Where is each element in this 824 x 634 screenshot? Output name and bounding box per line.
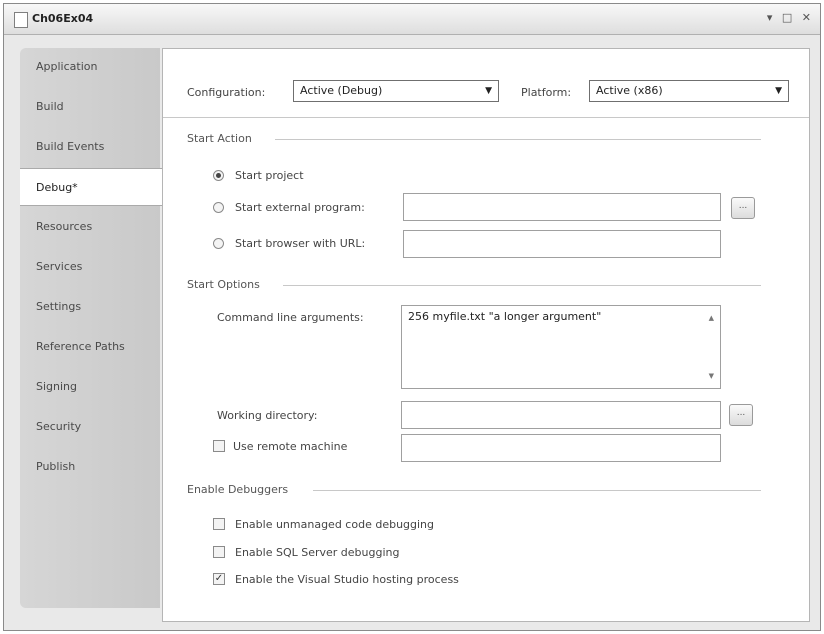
- configuration-label: Configuration:: [187, 86, 266, 99]
- divider: [163, 117, 809, 118]
- start-project-radio[interactable]: [213, 170, 224, 181]
- start-browser-label: Start browser with URL:: [235, 237, 366, 250]
- tab-services[interactable]: Services: [20, 248, 160, 286]
- start-action-heading: Start Action: [187, 132, 252, 145]
- tab-reference-paths[interactable]: Reference Paths: [20, 328, 160, 366]
- command-line-args-field[interactable]: 256 myfile.txt "a longer argument" ▲ ▼: [401, 305, 721, 389]
- platform-value: Active (x86): [596, 84, 663, 97]
- window-title: Ch06Ex04: [32, 12, 94, 25]
- start-external-label: Start external program:: [235, 201, 365, 214]
- window-controls[interactable]: ▾ □ ✕: [767, 11, 814, 24]
- tab-publish[interactable]: Publish: [20, 448, 160, 486]
- chevron-down-icon: ▼: [485, 86, 492, 96]
- project-properties-window: Ch06Ex04 ▾ □ ✕ Application Build Build E…: [3, 3, 821, 631]
- command-line-label: Command line arguments:: [217, 311, 364, 324]
- start-external-radio[interactable]: [213, 202, 224, 213]
- section-rule: [275, 139, 761, 140]
- section-rule: [283, 285, 761, 286]
- start-options-heading: Start Options: [187, 278, 260, 291]
- configuration-value: Active (Debug): [300, 84, 383, 97]
- title-bar: Ch06Ex04 ▾ □ ✕: [4, 4, 820, 35]
- external-program-field[interactable]: [403, 193, 721, 221]
- tab-application[interactable]: Application: [20, 48, 160, 86]
- use-remote-label: Use remote machine: [233, 440, 348, 453]
- start-project-label: Start project: [235, 169, 304, 182]
- chevron-down-icon: ▼: [775, 86, 782, 96]
- use-remote-checkbox[interactable]: [213, 440, 225, 452]
- document-icon: [14, 12, 28, 28]
- platform-label: Platform:: [521, 86, 572, 99]
- property-tabs-sidebar: Application Build Build Events Debug* Re…: [20, 48, 162, 608]
- hosting-process-label: Enable the Visual Studio hosting process: [235, 573, 459, 586]
- browse-external-button[interactable]: ...: [731, 197, 755, 219]
- browse-working-dir-button[interactable]: ...: [729, 404, 753, 426]
- remote-machine-field[interactable]: [401, 434, 721, 462]
- tab-debug[interactable]: Debug*: [20, 168, 162, 206]
- tab-security[interactable]: Security: [20, 408, 160, 446]
- section-rule: [313, 490, 761, 491]
- sql-debug-checkbox[interactable]: [213, 546, 225, 558]
- command-line-args-value: 256 myfile.txt "a longer argument": [408, 310, 602, 323]
- unmanaged-debug-checkbox[interactable]: [213, 518, 225, 530]
- sql-debug-label: Enable SQL Server debugging: [235, 546, 400, 559]
- debug-page: Configuration: Active (Debug) ▼ Platform…: [162, 48, 810, 622]
- working-directory-field[interactable]: [401, 401, 721, 429]
- browser-url-field[interactable]: [403, 230, 721, 258]
- start-browser-radio[interactable]: [213, 238, 224, 249]
- scroll-down-icon[interactable]: ▼: [709, 372, 714, 380]
- tab-build-events[interactable]: Build Events: [20, 128, 160, 166]
- unmanaged-debug-label: Enable unmanaged code debugging: [235, 518, 435, 531]
- tab-resources[interactable]: Resources: [20, 208, 160, 246]
- working-directory-label: Working directory:: [217, 409, 318, 422]
- enable-debuggers-heading: Enable Debuggers: [187, 483, 289, 496]
- tab-settings[interactable]: Settings: [20, 288, 160, 326]
- tab-signing[interactable]: Signing: [20, 368, 160, 406]
- configuration-select[interactable]: Active (Debug) ▼: [293, 80, 499, 102]
- platform-select[interactable]: Active (x86) ▼: [589, 80, 789, 102]
- tab-build[interactable]: Build: [20, 88, 160, 126]
- hosting-process-checkbox[interactable]: ✓: [213, 573, 225, 585]
- scroll-up-icon[interactable]: ▲: [709, 314, 714, 322]
